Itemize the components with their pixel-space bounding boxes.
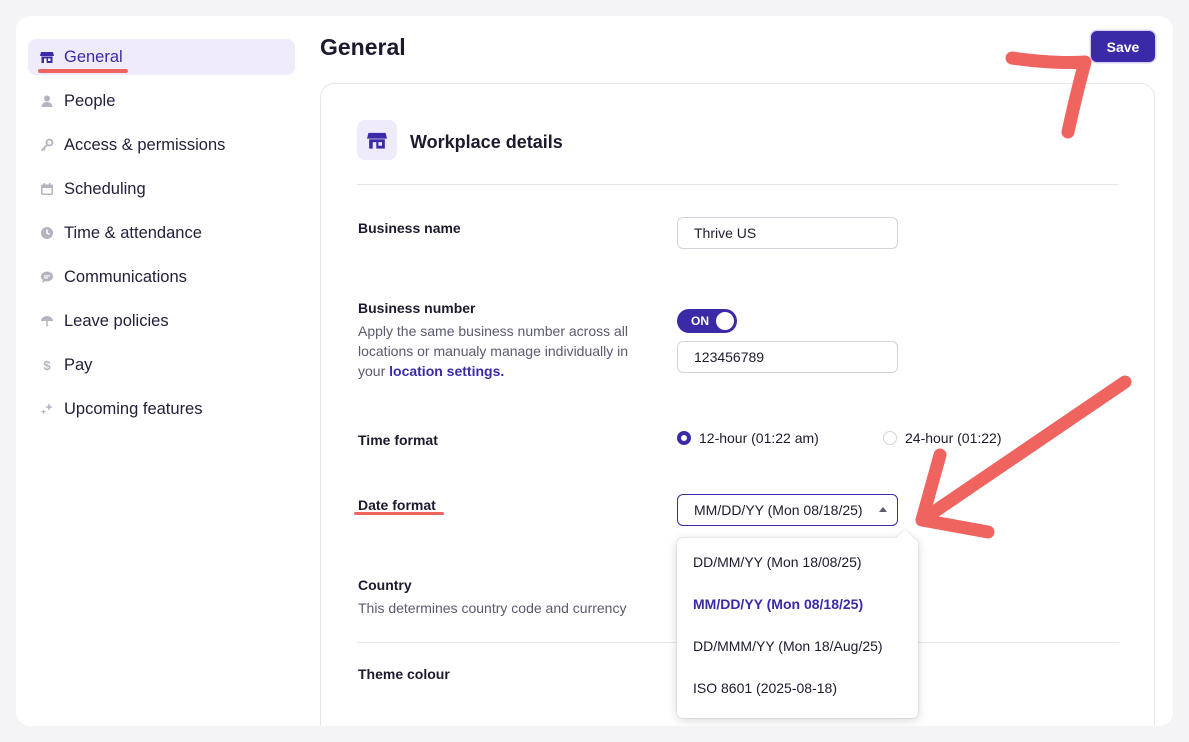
- description-line: locations or manualy manage individually…: [358, 343, 629, 359]
- country-description: This determines country code and currenc…: [358, 600, 627, 616]
- business-number-label: Business number: [358, 300, 476, 316]
- calendar-icon: [40, 182, 54, 196]
- annotation-underline: [38, 69, 128, 73]
- annotation-underline: [354, 512, 444, 515]
- business-name-label: Business name: [358, 220, 461, 236]
- dropdown-option-selected[interactable]: MM/DD/YY (Mon 08/18/25): [693, 596, 863, 612]
- date-format-select[interactable]: MM/DD/YY (Mon 08/18/25): [677, 494, 898, 526]
- dropdown-option[interactable]: ISO 8601 (2025-08-18): [693, 680, 837, 696]
- description-line: your: [358, 363, 390, 379]
- business-number-input[interactable]: [677, 341, 898, 373]
- sidebar-item-label: People: [64, 91, 116, 110]
- sidebar-item-leave-policies[interactable]: Leave policies: [28, 303, 295, 339]
- location-settings-link[interactable]: location settings.: [389, 363, 504, 379]
- key-icon: [40, 138, 54, 152]
- business-number-description: Apply the same business number across al…: [358, 321, 628, 381]
- toggle-label: ON: [691, 314, 709, 328]
- chat-icon: [40, 270, 54, 284]
- dropdown-option[interactable]: DD/MMM/YY (Mon 18/Aug/25): [693, 638, 883, 654]
- date-format-label: Date format: [358, 497, 436, 513]
- radio-12-hour[interactable]: 12-hour (01:22 am): [677, 430, 819, 446]
- clock-icon: [40, 226, 54, 240]
- store-icon: [357, 120, 397, 160]
- description-line: Apply the same business number across al…: [358, 323, 629, 339]
- umbrella-icon: [40, 314, 54, 328]
- sidebar-item-access[interactable]: Access & permissions: [28, 127, 295, 163]
- app-window: General People Access & permissions Sche…: [16, 16, 1173, 726]
- radio-24-hour[interactable]: 24-hour (01:22): [883, 430, 1002, 446]
- sidebar-item-label: Time & attendance: [64, 223, 202, 242]
- business-name-input[interactable]: [677, 217, 898, 249]
- theme-colour-label: Theme colour: [358, 666, 450, 682]
- radio-label: 24-hour (01:22): [905, 430, 1002, 446]
- caret-up-icon: [879, 507, 887, 512]
- sidebar-item-label: General: [64, 47, 123, 66]
- sidebar-item-label: Scheduling: [64, 179, 146, 198]
- dropdown-option[interactable]: DD/MM/YY (Mon 18/08/25): [693, 554, 862, 570]
- divider: [357, 184, 1119, 185]
- select-value: MM/DD/YY (Mon 08/18/25): [694, 502, 863, 518]
- card-title: Workplace details: [410, 132, 563, 152]
- time-format-label: Time format: [358, 432, 438, 448]
- toggle-knob: [716, 312, 734, 330]
- business-number-toggle[interactable]: ON: [677, 309, 737, 333]
- sidebar-item-label: Communications: [64, 267, 187, 286]
- person-icon: [40, 94, 54, 108]
- sidebar-item-label: Access & permissions: [64, 135, 226, 154]
- radio-unselected-icon: [883, 431, 897, 445]
- sidebar-item-label: Leave policies: [64, 311, 169, 330]
- radio-selected-icon: [677, 431, 691, 445]
- page-title: General: [320, 34, 406, 60]
- sidebar-item-scheduling[interactable]: Scheduling: [28, 171, 295, 207]
- radio-label: 12-hour (01:22 am): [699, 430, 819, 446]
- sidebar-item-communications[interactable]: Communications: [28, 259, 295, 295]
- sparkle-icon: [40, 402, 54, 416]
- date-format-dropdown: DD/MM/YY (Mon 18/08/25) MM/DD/YY (Mon 08…: [677, 538, 918, 718]
- sidebar: General People Access & permissions Sche…: [28, 39, 295, 435]
- sidebar-item-pay[interactable]: $ Pay: [28, 347, 295, 383]
- dollar-icon: $: [40, 358, 54, 372]
- sidebar-item-upcoming-features[interactable]: Upcoming features: [28, 391, 295, 427]
- country-label: Country: [358, 577, 412, 593]
- sidebar-item-people[interactable]: People: [28, 83, 295, 119]
- sidebar-item-time-attendance[interactable]: Time & attendance: [28, 215, 295, 251]
- save-button[interactable]: Save: [1091, 31, 1155, 62]
- store-icon: [40, 50, 54, 64]
- sidebar-item-label: Upcoming features: [64, 399, 203, 418]
- svg-text:$: $: [43, 358, 51, 372]
- sidebar-item-label: Pay: [64, 355, 93, 374]
